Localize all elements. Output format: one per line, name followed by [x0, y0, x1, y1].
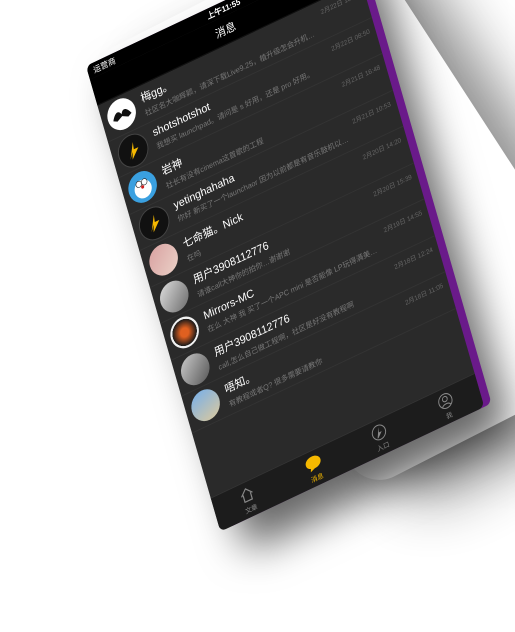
tab-label: 我	[445, 411, 454, 421]
bolt-icon	[151, 214, 160, 233]
page-title: 消息	[214, 20, 238, 42]
tab-articles[interactable]: 文章	[211, 467, 286, 531]
bolt-icon	[130, 141, 139, 160]
tab-messages[interactable]: 消息	[277, 436, 352, 500]
avatar	[187, 384, 224, 427]
hands-icon	[113, 109, 132, 122]
doraemon-icon	[134, 178, 152, 199]
